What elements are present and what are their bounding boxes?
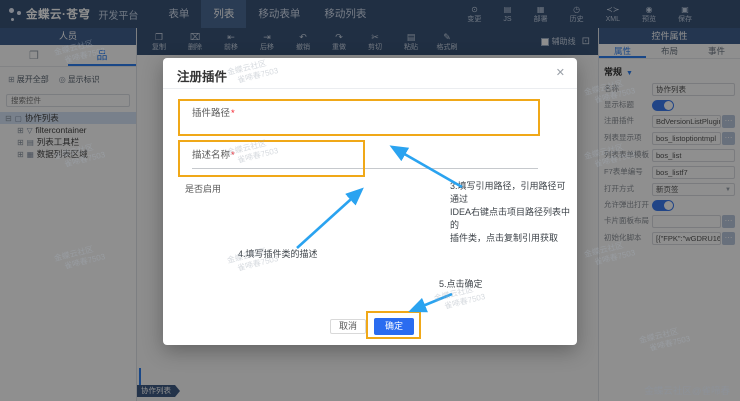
annotation-step3: 3.填写引用路径，引用路径可通过 IDEA右键点击项目路径列表中的 插件类，点击… (450, 180, 570, 245)
description-label: 描述名称* (192, 147, 235, 161)
required-asterisk: * (231, 150, 235, 161)
dialog-title: 注册插件 (177, 66, 227, 85)
register-plugin-dialog: 注册插件 ✕ 插件路径* 描述名称* 是否启用 3.填写引用路径，引用路径可通过… (163, 58, 577, 345)
plugin-path-input[interactable] (192, 134, 538, 135)
cancel-button[interactable]: 取消 (330, 319, 366, 334)
plugin-path-label: 插件路径* (192, 105, 235, 119)
required-asterisk: * (231, 108, 235, 119)
description-input[interactable] (192, 168, 538, 169)
enable-label: 是否启用 (185, 182, 221, 195)
annotation-step4: 4.填写插件类的描述 (238, 247, 318, 260)
confirm-button[interactable]: 确定 (374, 318, 414, 335)
close-icon[interactable]: ✕ (556, 66, 565, 79)
annotation-step5: 5.点击确定 (439, 277, 483, 290)
